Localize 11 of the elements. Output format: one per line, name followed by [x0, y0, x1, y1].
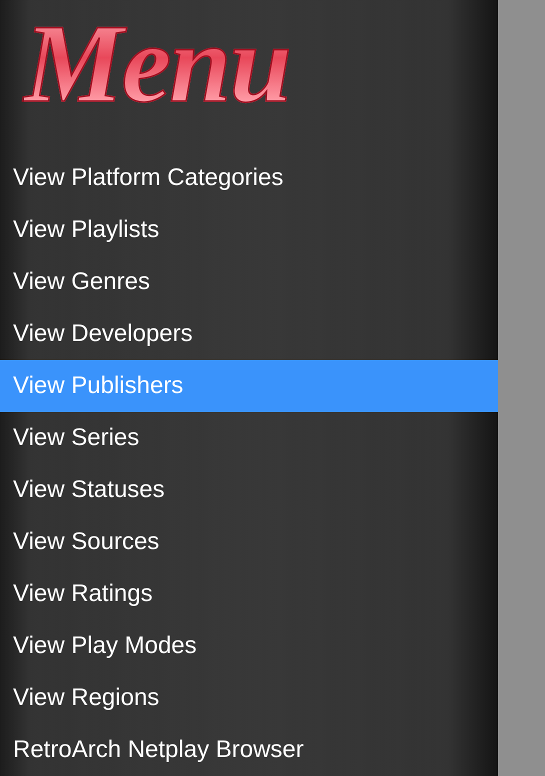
menu-item[interactable]: View Ratings: [0, 568, 498, 620]
menu-item[interactable]: View Developers: [0, 308, 498, 360]
menu-item[interactable]: View Statuses: [0, 464, 498, 516]
menu-item[interactable]: View Sources: [0, 516, 498, 568]
menu-item[interactable]: View Playlists: [0, 204, 498, 256]
menu-item[interactable]: View Series: [0, 412, 498, 464]
menu-item[interactable]: View Regions: [0, 672, 498, 724]
menu-item[interactable]: RetroArch Netplay Browser: [0, 724, 498, 776]
menu-item[interactable]: View Genres: [0, 256, 498, 308]
menu-item[interactable]: View Play Modes: [0, 620, 498, 672]
menu-item[interactable]: View Platform Categories: [0, 152, 498, 204]
